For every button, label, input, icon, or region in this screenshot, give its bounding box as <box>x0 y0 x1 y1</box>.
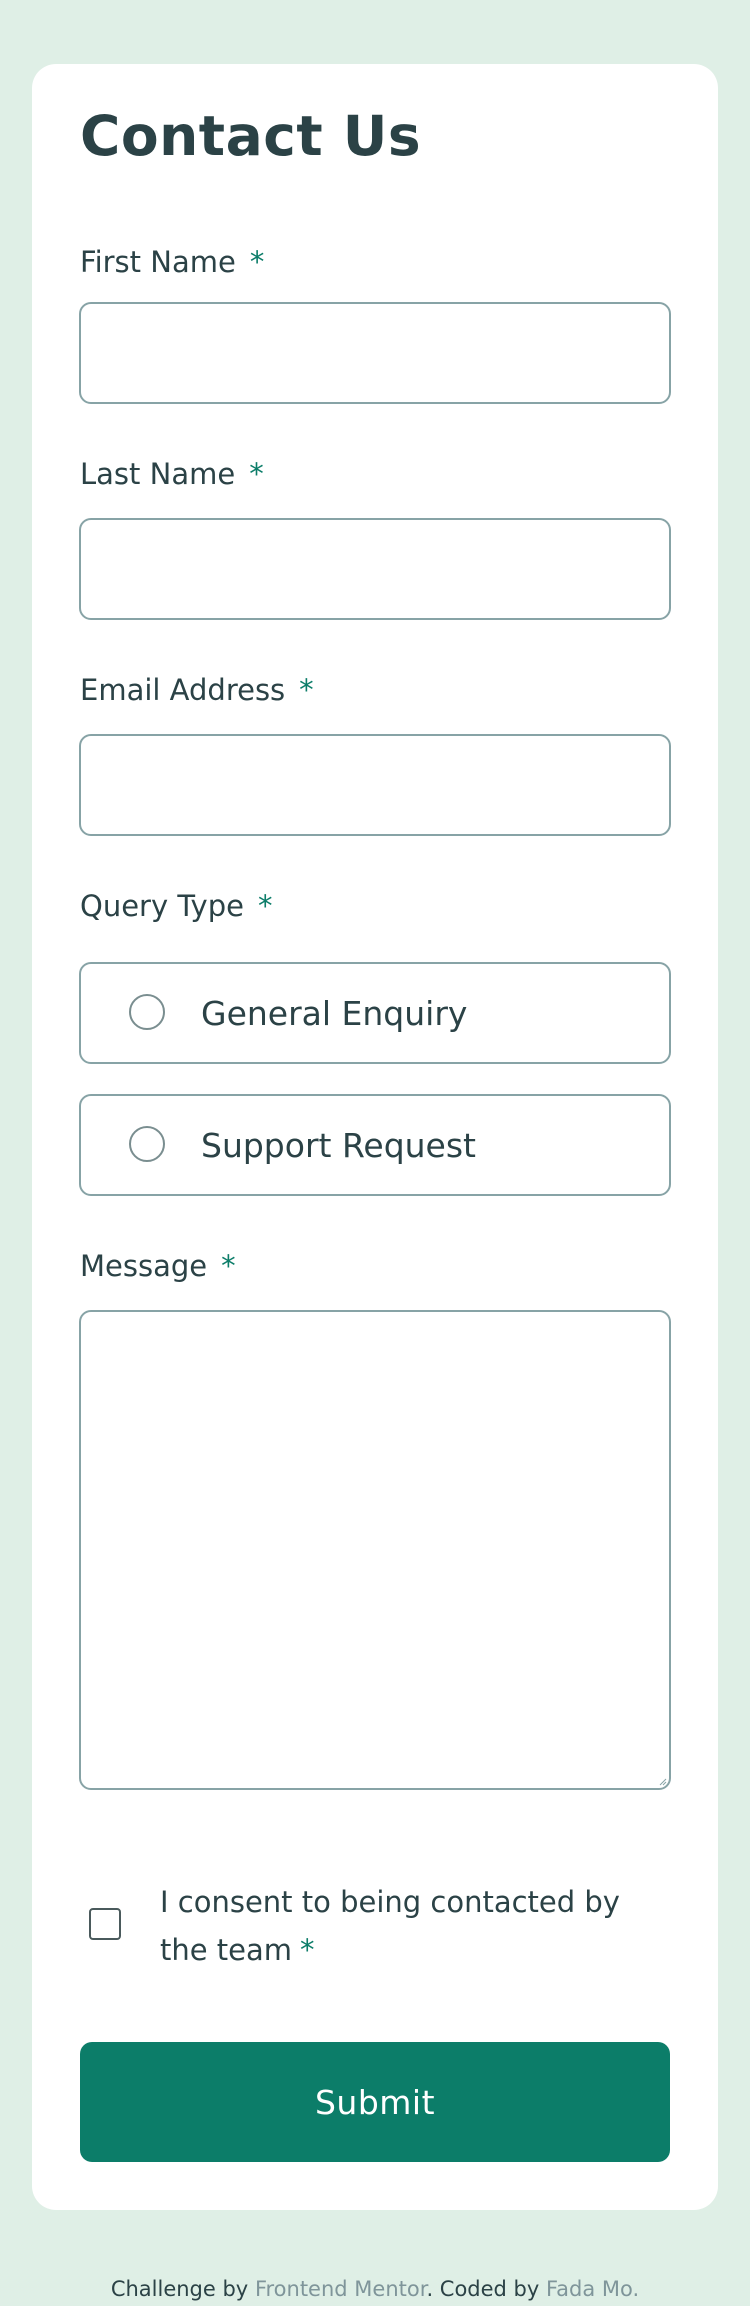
query-type-label: Query Type * <box>80 888 272 924</box>
radio-button-icon[interactable] <box>129 994 165 1030</box>
frontend-mentor-link[interactable]: Frontend Mentor <box>255 2277 427 2301</box>
attribution-footer: Challenge by Frontend Mentor. Coded by F… <box>0 2274 750 2304</box>
attribution-prefix: Challenge by <box>110 2277 249 2301</box>
resize-handle-icon[interactable] <box>659 1778 667 1786</box>
first-name-input[interactable] <box>79 302 671 404</box>
required-mark: * <box>249 457 264 491</box>
consent-label-text: I consent to being contacted by the team <box>160 1885 620 1967</box>
first-name-label-text: First Name <box>80 245 236 279</box>
last-name-label: Last Name * <box>80 456 264 492</box>
required-mark: * <box>221 1249 236 1283</box>
consent-label: I consent to being contacted by the team… <box>160 1878 660 1974</box>
message-label-text: Message <box>80 1249 208 1283</box>
required-mark: * <box>300 1933 315 1967</box>
author-link[interactable]: Fada Mo. <box>546 2277 639 2301</box>
submit-button[interactable]: Submit <box>80 2042 670 2162</box>
radio-option-support-request[interactable]: Support Request <box>79 1094 671 1196</box>
email-label: Email Address * <box>80 672 314 708</box>
required-mark: * <box>257 889 273 923</box>
radio-option-general-enquiry[interactable]: General Enquiry <box>79 962 671 1064</box>
message-label: Message * <box>80 1248 236 1284</box>
attribution-separator: . Coded by <box>426 2277 540 2301</box>
last-name-label-text: Last Name <box>80 457 236 491</box>
email-label-text: Email Address <box>80 673 286 707</box>
consent-checkbox[interactable] <box>89 1908 121 1940</box>
first-name-label: First Name * <box>80 244 264 280</box>
message-textarea[interactable] <box>79 1310 671 1790</box>
email-input[interactable] <box>79 734 671 836</box>
contact-form-card: Contact Us First Name * Last Name * Email … <box>32 64 718 2210</box>
required-mark: * <box>299 673 314 707</box>
radio-button-icon[interactable] <box>129 1126 165 1162</box>
query-type-label-text: Query Type <box>80 889 244 923</box>
radio-label-general-enquiry: General Enquiry <box>201 994 468 1033</box>
page-title: Contact Us <box>80 104 422 168</box>
last-name-input[interactable] <box>79 518 671 620</box>
radio-label-support-request: Support Request <box>201 1126 476 1165</box>
required-mark: * <box>249 245 265 279</box>
